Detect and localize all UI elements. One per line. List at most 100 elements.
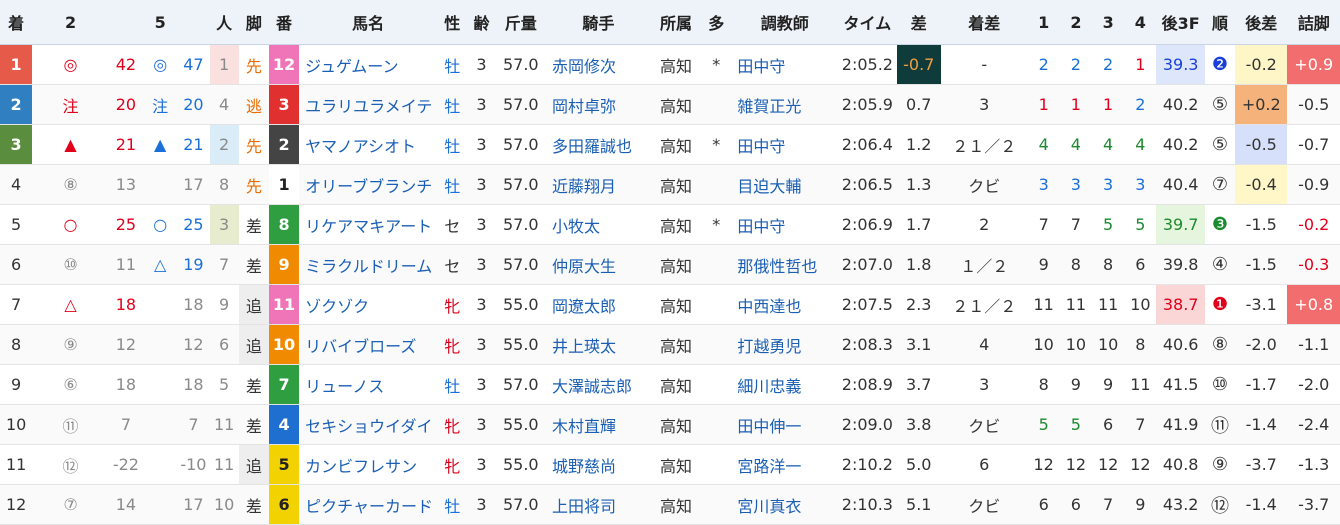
cell-horse-name[interactable]: リバイブローズ (299, 324, 438, 365)
table-row[interactable]: 9 ⑥ 18 18 5 差 7 リューノス牡 3 57.0 大澤誠志郎 高知 細川忠義 2:08.9 3.7… (0, 364, 1340, 405)
cell-jockey[interactable]: 仲原大生 (545, 244, 651, 285)
cell-jockey[interactable]: 岡村卓弥 (545, 84, 651, 125)
cell-multi (701, 404, 732, 445)
cell-trainer[interactable]: 宮路洋一 (731, 444, 839, 485)
cell-jockey[interactable]: 小牧太 (545, 204, 651, 245)
column-header[interactable]: 人 (209, 0, 239, 45)
column-header[interactable]: 脚 (238, 0, 269, 45)
cell-last3f-order: ⑪ (1204, 404, 1236, 445)
cell-jockey[interactable]: 多田羅誠也 (545, 124, 651, 165)
column-header[interactable]: 番 (268, 0, 300, 45)
column-header[interactable]: 差 (896, 0, 941, 45)
column-header[interactable]: 後差 (1235, 0, 1288, 45)
cell-running-style: 先 (238, 124, 269, 165)
table-row[interactable]: 12 ⑦ 14 17 10 差 6 ピクチャーカード牡 3 57.0 上田将司 高知 宮川真衣 2:10.… (0, 484, 1340, 525)
cell-horse-name[interactable]: セキショウイダイ (299, 404, 438, 445)
cell-horse-name[interactable]: ジュゲムーン (299, 44, 438, 85)
column-header[interactable]: 着 (0, 0, 33, 45)
cell-horse-name[interactable]: リケアマキアート (299, 204, 438, 245)
cell-horse-name[interactable]: ヤマノアシオト (299, 124, 438, 165)
cell-trainer[interactable]: 宮川真衣 (731, 484, 839, 525)
cell-rank: 11 (0, 444, 33, 485)
cell-affiliation: 高知 (650, 324, 702, 365)
cell-value2: 13 (108, 164, 144, 205)
column-header[interactable]: 騎手 (545, 0, 651, 45)
cell-trainer[interactable]: 田中守 (731, 44, 839, 85)
cell-trainer[interactable]: 那俄性哲也 (731, 244, 839, 285)
cell-trainer[interactable]: 細川忠義 (731, 364, 839, 405)
cell-jockey[interactable]: 近藤翔月 (545, 164, 651, 205)
column-header[interactable]: 性 (437, 0, 468, 45)
cell-jockey[interactable]: 大澤誠志郎 (545, 364, 651, 405)
table-row[interactable]: 1 ◎ 42 ◎ 47 1 先 12 ジュゲムーン牡 3 57.0 赤岡修次 高知 * 田中守 2:05.2-… (0, 44, 1340, 85)
cell-trainer[interactable]: 中西達也 (731, 284, 839, 325)
cell-trainer[interactable]: 田中守 (731, 204, 839, 245)
column-header[interactable]: タイム (838, 0, 897, 45)
cell-corner: 11 (1059, 284, 1093, 325)
table-row[interactable]: 11 ⑫ -22 -10 11 追 5 カンビフレサン牝 3 55.0 城野慈尚 高知 宮路洋一 2:10… (0, 444, 1340, 485)
column-header[interactable]: 齢 (467, 0, 496, 45)
column-header[interactable]: 馬名 (299, 0, 438, 45)
column-header[interactable]: 着差 (940, 0, 1028, 45)
cell-trainer[interactable]: 田中伸一 (731, 404, 839, 445)
cell-horse-name[interactable]: カンビフレサン (299, 444, 438, 485)
table-row[interactable]: 4 ⑧ 13 17 8 先 1 オリーブブランチ牡 3 57.0 近藤翔月 高知 目迫大輔 2:06.5 1… (0, 164, 1340, 205)
column-header[interactable]: 順 (1204, 0, 1236, 45)
cell-trainer[interactable]: 目迫大輔 (731, 164, 839, 205)
cell-jockey[interactable]: 城野慈尚 (545, 444, 651, 485)
cell-margin: ２１／２ (940, 124, 1028, 165)
cell-jockey[interactable]: 上田将司 (545, 484, 651, 525)
column-header[interactable]: 所属 (650, 0, 702, 45)
table-row[interactable]: 7 △ 18 18 9 追 11 ゾクゾク牝 3 55.0 岡遼太郎 高知 中西達也 2:07.5 2.3 ２… (0, 284, 1340, 325)
cell-jockey[interactable]: 赤岡修次 (545, 44, 651, 85)
cell-rank: 5 (0, 204, 33, 245)
race-result-table: 着 2 5 人脚番馬名性齢斤量 騎手 所属多調教師 タイム差着差 1 2 3 4 後3F 順後差 詰脚 1… (0, 0, 1340, 525)
column-header[interactable] (108, 0, 144, 45)
cell-trainer[interactable]: 打越勇児 (731, 324, 839, 365)
cell-trainer[interactable]: 田中守 (731, 124, 839, 165)
column-header[interactable]: 斤量 (495, 0, 546, 45)
column-header[interactable]: 4 (1124, 0, 1157, 45)
column-header[interactable] (177, 0, 210, 45)
column-header[interactable]: 調教師 (731, 0, 839, 45)
cell-sex: 牝 (437, 444, 468, 485)
cell-trainer[interactable]: 雑賀正光 (731, 84, 839, 125)
column-header[interactable]: 後3F (1156, 0, 1205, 45)
column-header[interactable]: 詰脚 (1287, 0, 1340, 45)
table-row[interactable]: 6 ⑩ 11 △ 19 7 差 9 ミラクルドリームセ 3 57.0 仲原大生 高知 那俄性哲也 2:07.… (0, 244, 1340, 285)
cell-last3f-order: ⑨ (1204, 444, 1236, 485)
cell-margin: 3 (940, 84, 1028, 125)
column-header[interactable]: 2 (1059, 0, 1093, 45)
column-header[interactable]: 1 (1027, 0, 1060, 45)
column-header[interactable]: 5 (143, 0, 178, 45)
cell-horse-name[interactable]: オリーブブランチ (299, 164, 438, 205)
cell-running-style: 差 (238, 244, 269, 285)
column-header[interactable]: 3 (1092, 0, 1125, 45)
cell-affiliation: 高知 (650, 124, 702, 165)
cell-age: 3 (467, 84, 496, 125)
cell-horse-name[interactable]: リューノス (299, 364, 438, 405)
cell-value2: 18 (108, 364, 144, 405)
cell-horse-name[interactable]: ミラクルドリーム (299, 244, 438, 285)
table-row[interactable]: 10 ⑪ 7 7 11 差 4 セキショウイダイ牝 3 55.0 木村直輝 高知 田中伸一 2:09.0 3… (0, 404, 1340, 445)
table-row[interactable]: 8 ⑨ 12 12 6 追 10 リバイブローズ牝 3 55.0 井上瑛太 高知 打越勇児 2:08.3 3… (0, 324, 1340, 365)
table-row[interactable]: 3 ▲ 21 ▲ 21 2 先 2 ヤマノアシオト牡 3 57.0 多田羅誠也 高知 * 田中守 2:06.4… (0, 124, 1340, 165)
cell-jockey[interactable]: 岡遼太郎 (545, 284, 651, 325)
cell-margin: - (940, 44, 1028, 85)
cell-running-style: 差 (238, 404, 269, 445)
cell-last3f: 40.6 (1156, 324, 1205, 365)
cell-weight: 57.0 (495, 124, 546, 165)
column-header[interactable]: 2 (32, 0, 109, 45)
cell-jockey[interactable]: 木村直輝 (545, 404, 651, 445)
cell-horse-name[interactable]: ゾクゾク (299, 284, 438, 325)
cell-horse-name[interactable]: ユラリユラメイテ (299, 84, 438, 125)
cell-corner: 1 (1059, 84, 1093, 125)
cell-mark5: 注 (143, 84, 178, 125)
table-row[interactable]: 2 注 20 注 20 4 逃 3 ユラリユラメイテ牡 3 57.0 岡村卓弥 高知 雑賀正光 2:05.9… (0, 84, 1340, 125)
cell-horse-name[interactable]: ピクチャーカード (299, 484, 438, 525)
column-header[interactable]: 多 (701, 0, 732, 45)
cell-time: 2:09.0 (838, 404, 897, 445)
cell-jockey[interactable]: 井上瑛太 (545, 324, 651, 365)
cell-age: 3 (467, 244, 496, 285)
table-row[interactable]: 5 ○ 25 ○ 25 3 差 8 リケアマキアートセ 3 57.0 小牧太 高知 * 田中守 2:06.9 1… (0, 204, 1340, 245)
